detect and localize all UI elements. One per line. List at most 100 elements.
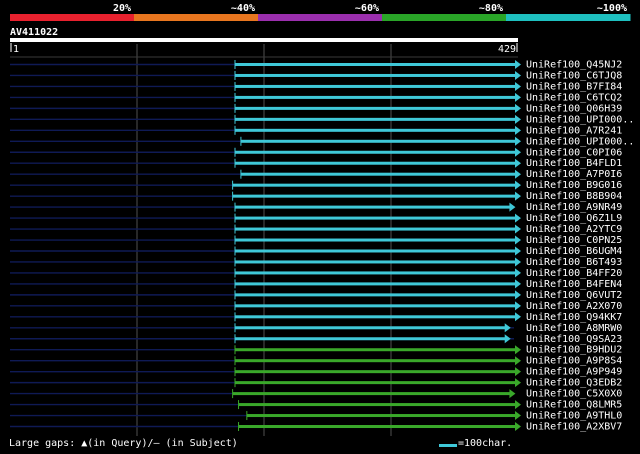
- hit-arrow: [515, 224, 521, 234]
- hit-arrow: [515, 356, 521, 366]
- hit-label: UniRef100_A2YTC9: [526, 224, 622, 235]
- hit-label: UniRef100_B9HDU2: [526, 345, 622, 356]
- hit-arrow: [515, 70, 521, 80]
- hit-bar: [234, 249, 516, 253]
- hit-arrow: [515, 290, 521, 300]
- hit-arrow: [515, 169, 521, 179]
- hit-label: UniRef100_Q8LMR5: [526, 400, 622, 411]
- scale-segment: [382, 14, 507, 21]
- hit-label: UniRef100_Q9SA23: [526, 334, 622, 345]
- hit-bar: [234, 293, 516, 297]
- hit-label: UniRef100_A9THL0: [526, 411, 622, 422]
- hit-label: UniRef100_Q45NJ2: [526, 60, 622, 71]
- hit-label: UniRef100_Q94KK7: [526, 312, 622, 323]
- hit-arrow: [515, 235, 521, 245]
- hit-label: UniRef100_A2X070: [526, 301, 622, 312]
- hit-bar: [240, 172, 516, 176]
- scale-label: ~100%: [597, 3, 627, 14]
- hit-arrow: [515, 103, 521, 113]
- hit-label: UniRef100_A9P949: [526, 367, 622, 378]
- hit-arrow: [515, 92, 521, 102]
- hit-label: UniRef100_A7P0I6: [526, 169, 622, 180]
- hit-label: UniRef100_C5X0X0: [526, 389, 622, 400]
- hit-label: UniRef100_B6T493: [526, 257, 622, 268]
- hit-arrow: [515, 125, 521, 135]
- hit-label: UniRef100_A7R241: [526, 125, 622, 136]
- hit-bar: [234, 161, 516, 165]
- hit-label: UniRef100_B4FLD1: [526, 158, 622, 169]
- hit-bar: [234, 106, 516, 110]
- hit-arrow: [515, 422, 521, 432]
- hit-bar: [234, 271, 516, 275]
- scale-segment: [258, 14, 383, 21]
- query-end-label: 429: [498, 44, 516, 55]
- hit-label: UniRef100_Q06H39: [526, 103, 622, 114]
- hit-label: UniRef100_A2XBV7: [526, 422, 622, 433]
- hit-arrow: [515, 246, 521, 256]
- hit-label: UniRef100_B8B904: [526, 191, 622, 202]
- hit-bar: [238, 425, 517, 429]
- hit-arrow: [515, 301, 521, 311]
- hit-arrow: [509, 389, 516, 399]
- hit-bar: [234, 348, 516, 352]
- scale-label: ~60%: [355, 3, 379, 14]
- hit-bar: [234, 205, 511, 209]
- scale-legend-text: =100char.: [458, 438, 513, 449]
- hit-label: UniRef100_B6UGM4: [526, 246, 622, 257]
- hit-label: UniRef100_UPI000..: [526, 114, 634, 125]
- hit-bar: [234, 128, 516, 132]
- hit-label: UniRef100_C6TJQ8: [526, 70, 622, 81]
- scale-segment: [506, 14, 631, 21]
- scale-segment: [134, 14, 259, 21]
- query-bar: [10, 38, 518, 42]
- hit-arrow: [515, 411, 521, 421]
- hit-bar: [232, 183, 516, 187]
- hit-bar: [234, 326, 506, 330]
- hit-label: UniRef100_C0PN25: [526, 235, 622, 246]
- hit-label: UniRef100_A8MRW0: [526, 323, 622, 334]
- hit-label: UniRef100_B7FI84: [526, 81, 622, 92]
- hit-arrow: [515, 400, 521, 410]
- hit-label: UniRef100_C0PI06: [526, 147, 622, 158]
- hit-arrow: [515, 257, 521, 267]
- hit-bar: [234, 73, 516, 77]
- hit-bar: [232, 392, 511, 396]
- hit-arrow: [515, 136, 521, 146]
- hit-arrow: [515, 268, 521, 278]
- hit-bar: [234, 359, 516, 363]
- hit-label: UniRef100_Q6Z1L9: [526, 213, 622, 224]
- scale-segment: [10, 14, 135, 21]
- hit-arrow: [504, 334, 511, 344]
- hit-bar: [234, 227, 516, 231]
- hit-bar: [234, 381, 516, 385]
- scale-label: ~80%: [479, 3, 503, 14]
- hit-bar: [238, 403, 517, 407]
- hit-label: UniRef100_Q6VUT2: [526, 290, 622, 301]
- hit-bar: [234, 150, 516, 154]
- hit-bar: [234, 95, 516, 99]
- hit-bar: [234, 260, 516, 264]
- hit-arrow: [515, 213, 521, 223]
- hit-arrow: [515, 147, 521, 157]
- hit-arrow: [515, 81, 521, 91]
- hit-bar: [234, 84, 516, 88]
- query-start-label: 1: [13, 44, 19, 55]
- hit-arrow: [515, 191, 521, 201]
- hit-bar: [240, 139, 516, 143]
- hit-arrow: [509, 202, 516, 212]
- hit-arrow: [515, 367, 521, 377]
- hit-bar: [234, 63, 516, 66]
- hit-bar: [234, 238, 516, 242]
- hit-arrow: [515, 158, 521, 168]
- hit-label: UniRef100_B9G016: [526, 180, 622, 191]
- hit-bar: [234, 282, 516, 286]
- hit-label: UniRef100_Q3EDB2: [526, 378, 622, 389]
- hit-arrow: [504, 323, 511, 333]
- hit-arrow: [515, 378, 521, 388]
- scale-label: 20%: [113, 3, 131, 14]
- hit-arrow: [515, 180, 521, 190]
- hit-label: UniRef100_B4FF20: [526, 268, 622, 279]
- hit-bar: [234, 370, 516, 374]
- hit-arrow: [515, 114, 521, 124]
- hit-bar: [234, 337, 506, 341]
